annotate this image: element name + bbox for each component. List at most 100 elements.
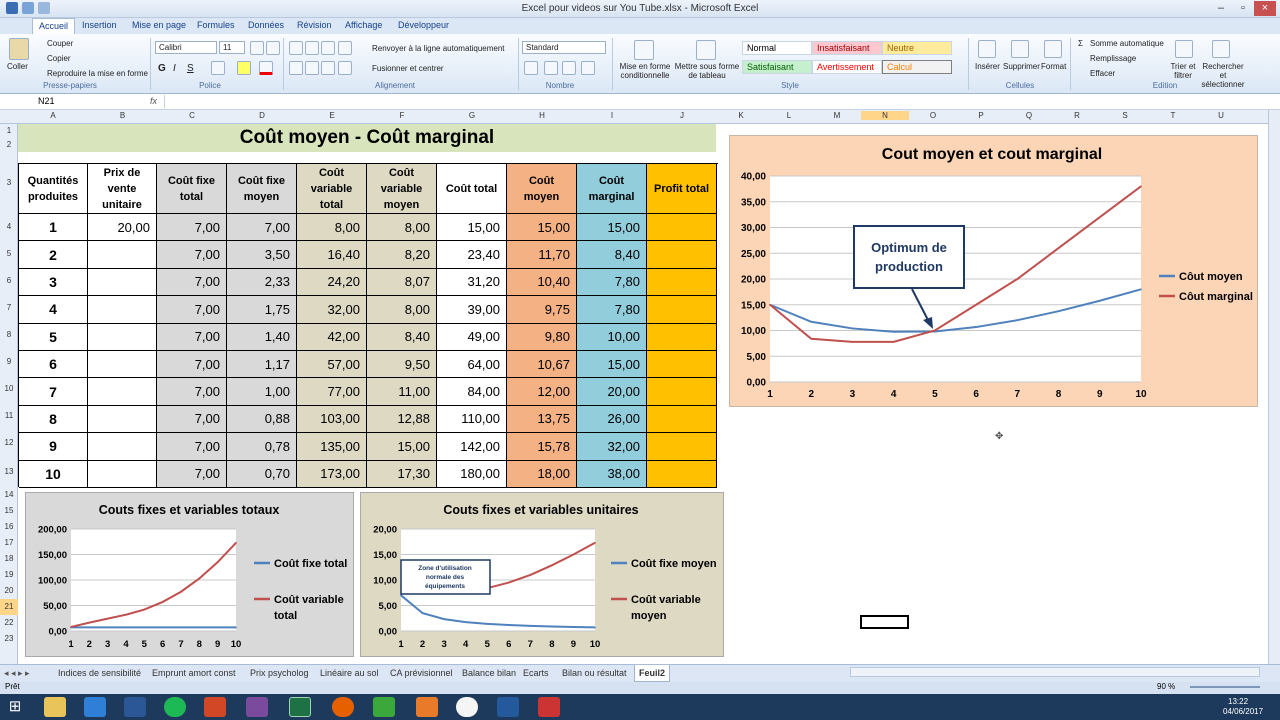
number-format-select[interactable]: Standard xyxy=(522,41,606,54)
close-icon[interactable]: × xyxy=(1254,1,1276,16)
align-right-icon[interactable] xyxy=(321,61,335,75)
value-cell[interactable] xyxy=(647,323,717,351)
chart-fixed-variable-unit[interactable]: Couts fixes et variables unitaires 0,00 5… xyxy=(360,492,724,657)
value-cell[interactable]: 7,80 xyxy=(577,296,647,324)
quantity-cell[interactable]: 2 xyxy=(19,241,88,269)
quantity-cell[interactable]: 4 xyxy=(19,296,88,324)
row-header[interactable]: 11 xyxy=(0,402,18,429)
column-heading[interactable]: Coût variable total xyxy=(297,164,367,214)
column-heading[interactable]: Coût marginal xyxy=(577,164,647,214)
value-cell[interactable]: 12,88 xyxy=(367,405,437,434)
sort-filter-button[interactable]: Trier et filtrer xyxy=(1168,62,1198,80)
merge-center-button[interactable]: Fusionner et centrer xyxy=(372,64,444,73)
style-satisfaisant[interactable]: Satisfaisant xyxy=(742,60,812,74)
horizontal-scrollbar[interactable] xyxy=(850,667,1260,677)
column-heading[interactable]: Prix de vente unitaire xyxy=(88,164,157,214)
column-heading[interactable]: Profit total xyxy=(647,164,717,214)
column-header[interactable]: K xyxy=(717,111,765,120)
currency-icon[interactable] xyxy=(524,61,538,75)
chart-fixed-variable-totals[interactable]: Couts fixes et variables totaux 0,00 50,0… xyxy=(25,492,354,657)
value-cell[interactable]: 24,20 xyxy=(297,268,367,297)
value-cell[interactable]: 20,00 xyxy=(88,214,157,242)
value-cell[interactable]: 84,00 xyxy=(437,378,507,406)
value-cell[interactable]: 11,70 xyxy=(507,241,577,269)
increase-decimal-icon[interactable] xyxy=(581,61,595,75)
value-cell[interactable] xyxy=(647,378,717,406)
value-cell[interactable]: 0,78 xyxy=(227,433,297,461)
column-header[interactable]: J xyxy=(647,111,717,120)
column-header[interactable]: I xyxy=(577,111,647,120)
value-cell[interactable]: 135,00 xyxy=(297,433,367,461)
cut-button[interactable]: Couper xyxy=(47,39,73,48)
value-cell[interactable]: 12,00 xyxy=(507,378,577,406)
style-neutre[interactable]: Neutre xyxy=(882,41,952,55)
paste-icon[interactable] xyxy=(9,38,29,60)
sheet-tab[interactable]: Bilan ou résultat xyxy=(562,668,627,678)
sort-filter-icon[interactable] xyxy=(1175,40,1193,58)
sheet-tab[interactable]: Linéaire au sol xyxy=(320,668,379,678)
value-cell[interactable]: 3,50 xyxy=(227,241,297,269)
clear-button[interactable]: Effacer xyxy=(1090,69,1115,78)
copy-button[interactable]: Copier xyxy=(47,54,71,63)
value-cell[interactable]: 38,00 xyxy=(577,460,647,488)
font-color-icon[interactable] xyxy=(259,61,273,75)
value-cell[interactable] xyxy=(647,460,717,488)
style-calcul[interactable]: Calcul xyxy=(882,60,952,74)
column-header[interactable]: G xyxy=(437,111,507,120)
app-blue-icon[interactable] xyxy=(497,697,519,717)
column-header[interactable]: E xyxy=(297,111,367,120)
value-cell[interactable]: 32,00 xyxy=(297,296,367,324)
tab-affichage[interactable]: Affichage xyxy=(345,20,382,30)
value-cell[interactable]: 7,80 xyxy=(577,268,647,297)
row-header[interactable]: 20 xyxy=(0,583,18,599)
row-header[interactable]: 4 xyxy=(0,213,18,240)
sheet-tab[interactable]: Prix psycholog xyxy=(250,668,309,678)
value-cell[interactable]: 9,50 xyxy=(367,351,437,379)
shrink-font-icon[interactable] xyxy=(266,41,280,55)
value-cell[interactable]: 10,40 xyxy=(507,268,577,297)
tab-insertion[interactable]: Insertion xyxy=(82,20,117,30)
column-header[interactable]: U xyxy=(1197,111,1245,120)
fill-color-icon[interactable] xyxy=(237,61,251,75)
table-format-icon[interactable] xyxy=(696,40,716,60)
row-header[interactable]: 22 xyxy=(0,615,18,631)
column-heading[interactable]: Coût variable moyen xyxy=(367,164,437,214)
column-heading[interactable]: Coût fixe total xyxy=(157,164,227,214)
row-header[interactable]: 3 xyxy=(0,152,18,213)
value-cell[interactable] xyxy=(647,268,717,297)
column-header[interactable]: L xyxy=(765,111,813,120)
align-left-icon[interactable] xyxy=(289,61,303,75)
value-cell[interactable] xyxy=(88,460,157,488)
app-red-icon[interactable] xyxy=(538,697,560,717)
value-cell[interactable]: 7,00 xyxy=(157,405,227,434)
value-cell[interactable]: 23,40 xyxy=(437,241,507,269)
value-cell[interactable] xyxy=(88,433,157,461)
value-cell[interactable]: 32,00 xyxy=(577,433,647,461)
value-cell[interactable]: 7,00 xyxy=(157,214,227,242)
value-cell[interactable]: 173,00 xyxy=(297,460,367,488)
value-cell[interactable] xyxy=(88,405,157,434)
value-cell[interactable]: 2,33 xyxy=(227,268,297,297)
sheet-title[interactable]: Coût moyen - Coût marginal xyxy=(18,124,716,152)
sheet-tab[interactable]: Indices de sensibilité xyxy=(58,668,141,678)
tab-mise-en-page[interactable]: Mise en page xyxy=(132,20,186,30)
column-header[interactable]: C xyxy=(157,111,227,120)
row-header[interactable]: 7 xyxy=(0,294,18,321)
value-cell[interactable]: 1,17 xyxy=(227,351,297,379)
value-cell[interactable]: 1,40 xyxy=(227,323,297,351)
quantity-cell[interactable]: 6 xyxy=(19,351,88,379)
column-header[interactable]: P xyxy=(957,111,1005,120)
column-heading[interactable]: Quantités produites xyxy=(19,164,88,214)
format-cells-icon[interactable] xyxy=(1044,40,1062,58)
tab-formules[interactable]: Formules xyxy=(197,20,235,30)
find-select-icon[interactable] xyxy=(1212,40,1230,58)
value-cell[interactable]: 110,00 xyxy=(437,405,507,434)
sigma-icon[interactable]: Σ xyxy=(1078,39,1083,48)
quantity-cell[interactable]: 7 xyxy=(19,378,88,406)
value-cell[interactable]: 7,00 xyxy=(157,351,227,379)
app-orange-icon[interactable] xyxy=(416,697,438,717)
value-cell[interactable]: 9,75 xyxy=(507,296,577,324)
value-cell[interactable] xyxy=(647,296,717,324)
value-cell[interactable]: 7,00 xyxy=(157,433,227,461)
row-header[interactable]: 8 xyxy=(0,321,18,348)
